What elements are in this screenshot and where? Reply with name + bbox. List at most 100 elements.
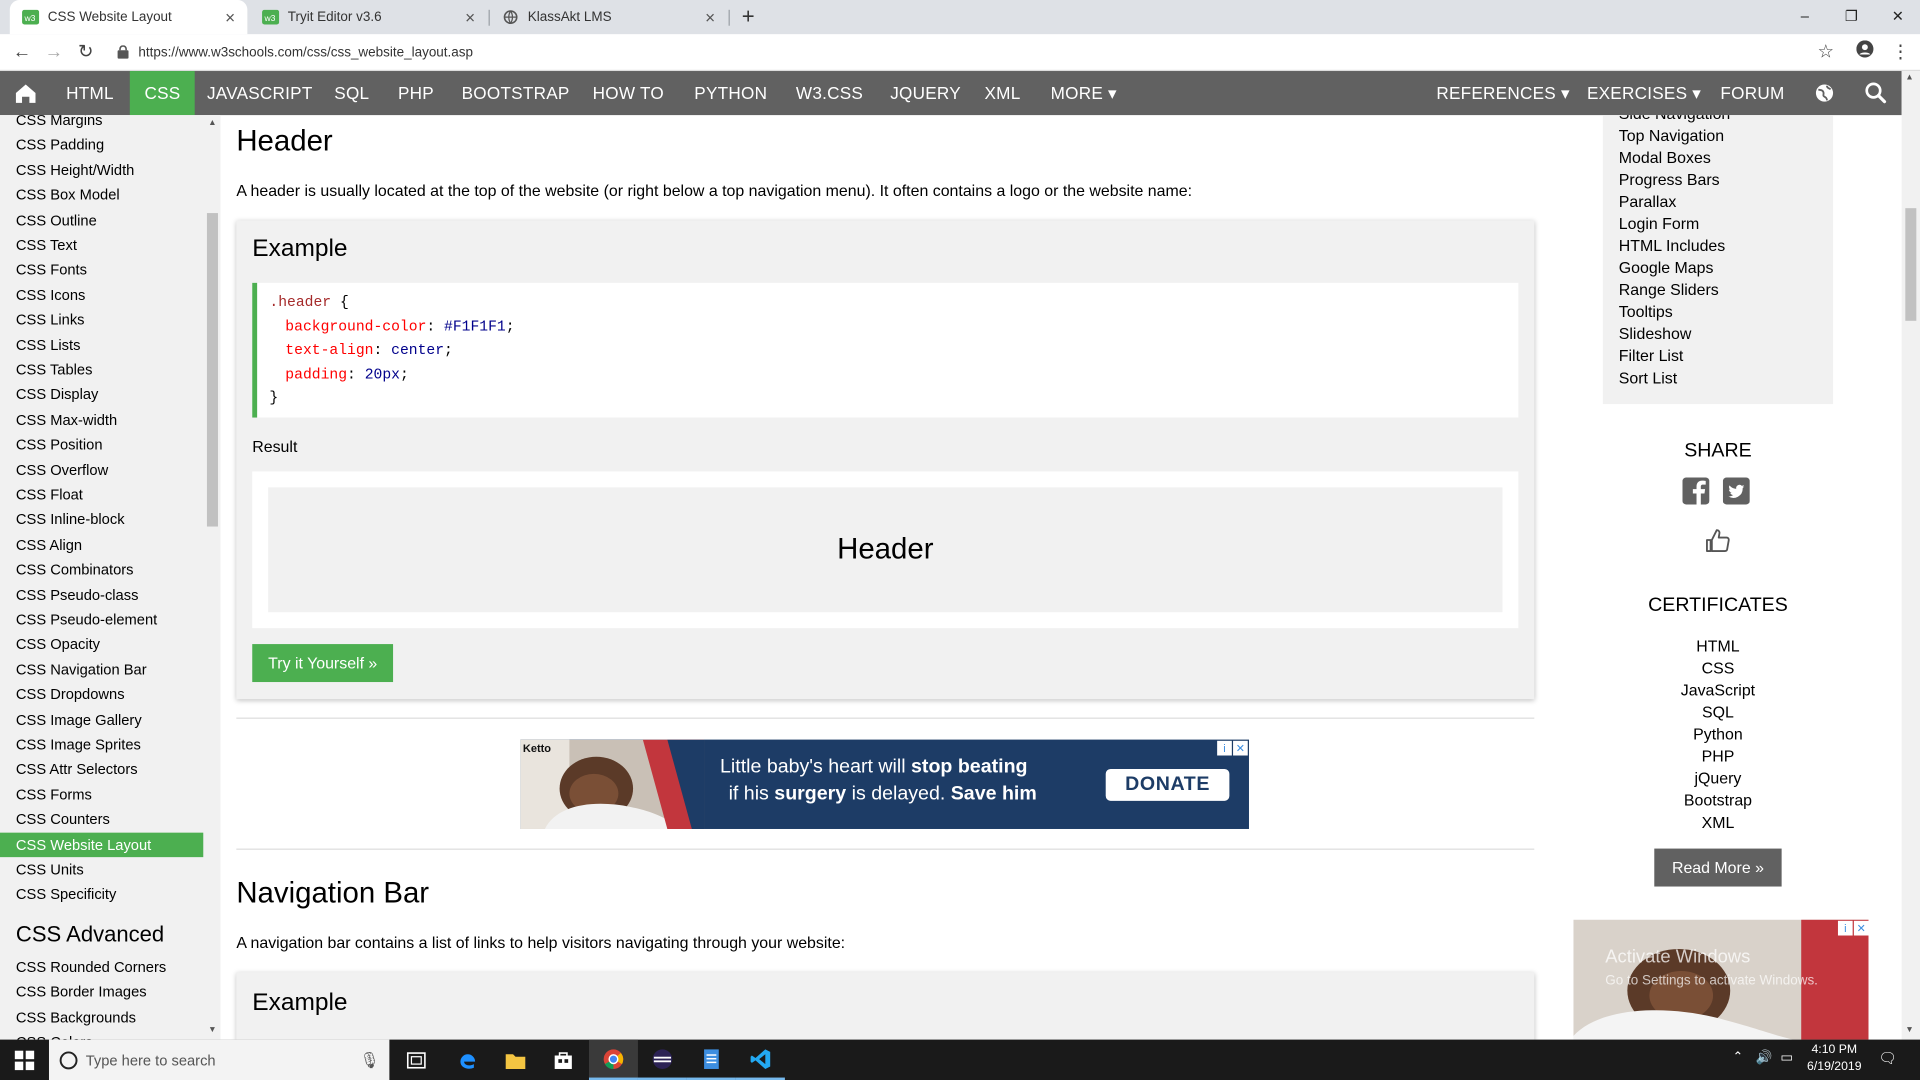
certificate-link[interactable]: Python — [1573, 725, 1862, 743]
sidebar-item[interactable]: CSS Margins — [0, 115, 203, 132]
tab-klassakt-lms[interactable]: KlassAkt LMS × — [490, 0, 728, 34]
nav-jquery[interactable]: JQUERY — [876, 71, 976, 115]
windows-start-icon[interactable] — [0, 1040, 49, 1080]
howto-link[interactable]: Slideshow — [1619, 324, 1692, 342]
certificate-link[interactable]: HTML — [1573, 637, 1862, 655]
adchoices-icon[interactable]: i — [1837, 920, 1853, 936]
nav-css[interactable]: CSS — [129, 71, 196, 116]
reload-icon[interactable]: ↻ — [73, 40, 97, 64]
certificate-link[interactable]: CSS — [1573, 659, 1862, 677]
store-icon[interactable] — [539, 1040, 588, 1080]
sidebar-item[interactable]: CSS Border Images — [0, 980, 203, 1004]
howto-link[interactable]: Login Form — [1619, 214, 1700, 232]
howto-link[interactable]: Range Sliders — [1619, 280, 1719, 298]
nav-javascript[interactable]: JAVASCRIPT — [192, 71, 327, 115]
sidebar-item[interactable]: CSS Forms — [0, 782, 203, 806]
volume-icon[interactable]: 🔊 — [1756, 1049, 1773, 1066]
sidebar-item[interactable]: CSS Image Sprites — [0, 732, 203, 756]
sidebar-item[interactable]: CSS Backgrounds — [0, 1005, 203, 1029]
address-bar[interactable]: https://www.w3schools.com/css/css_websit… — [107, 37, 1845, 68]
sidebar-item[interactable]: CSS Rounded Corners — [0, 955, 203, 979]
sidebar-item[interactable]: CSS Outline — [0, 208, 203, 232]
menu-kebab-icon[interactable]: ⋮ — [1888, 40, 1912, 64]
sidebar-item[interactable]: CSS Float — [0, 482, 203, 506]
sidebar-item[interactable]: CSS Image Gallery — [0, 707, 203, 731]
advertisement-banner[interactable]: Ketto Little baby's heart will stop beat… — [520, 739, 1249, 829]
nav-python[interactable]: PYTHON — [680, 71, 782, 115]
sidebar-item[interactable]: CSS Tables — [0, 358, 203, 382]
sidebar-item[interactable]: CSS Attr Selectors — [0, 757, 203, 781]
howto-link[interactable]: HTML Includes — [1619, 236, 1725, 254]
taskbar-search-box[interactable]: Type here to search 🎙 — [48, 1039, 390, 1080]
sidebar-item[interactable]: CSS Lists — [0, 333, 203, 357]
sidebar-item[interactable]: CSS Position — [0, 432, 203, 456]
vscode-icon[interactable] — [735, 1040, 785, 1080]
scroll-up-arrow-icon[interactable]: ▲ — [208, 119, 216, 128]
certificate-link[interactable]: jQuery — [1573, 769, 1862, 787]
sidebar-item[interactable]: CSS Align — [0, 532, 203, 556]
search-icon[interactable] — [1854, 71, 1898, 115]
howto-link[interactable]: Filter List — [1619, 347, 1684, 365]
facebook-icon[interactable] — [1682, 477, 1710, 505]
sidebar-item[interactable]: CSS Icons — [0, 283, 203, 307]
notepad-icon[interactable] — [686, 1040, 736, 1080]
sidebar-item[interactable]: CSS Links — [0, 308, 203, 332]
howto-link[interactable]: Side Navigation — [1619, 115, 1731, 122]
tab-close-icon[interactable]: × — [465, 7, 475, 27]
minimize-button[interactable]: – — [1780, 0, 1829, 34]
nav-bootstrap[interactable]: BOOTSTRAP — [447, 71, 584, 115]
network-icon[interactable]: ▭ — [1780, 1049, 1793, 1066]
sidebar-item[interactable]: CSS Display — [0, 383, 203, 407]
taskbar-clock[interactable]: 4:10 PM 6/19/2019 — [1798, 1042, 1871, 1076]
ad-donate-button[interactable]: DONATE — [1105, 768, 1230, 801]
try-it-yourself-button[interactable]: Try it Yourself » — [252, 644, 394, 683]
howto-link[interactable]: Google Maps — [1619, 258, 1714, 276]
nav-w3css[interactable]: W3.CSS — [781, 71, 878, 115]
bookmark-star-icon[interactable]: ☆ — [1813, 40, 1837, 64]
back-arrow-icon[interactable]: ← — [10, 40, 34, 64]
nav-exercises[interactable]: EXERCISES ▾ — [1572, 71, 1716, 115]
tab-css-website-layout[interactable]: w3 CSS Website Layout × — [9, 0, 248, 35]
certificate-link[interactable]: SQL — [1573, 703, 1862, 721]
sidebar-scrollbar[interactable]: ▲ ▼ — [204, 115, 221, 1040]
certificate-link[interactable]: XML — [1573, 813, 1862, 831]
adchoices-icon[interactable]: i — [1217, 740, 1232, 756]
edge-browser-icon[interactable] — [443, 1040, 492, 1080]
window-close-button[interactable]: ✕ — [1873, 0, 1920, 34]
sidebar-item[interactable]: CSS Fonts — [0, 258, 203, 282]
twitter-icon[interactable] — [1722, 477, 1750, 505]
eclipse-icon[interactable] — [637, 1040, 687, 1080]
sidebar-item[interactable]: CSS Website Layout — [0, 832, 204, 857]
nav-xml[interactable]: XML — [970, 71, 1035, 115]
sidebar-item[interactable]: CSS Combinators — [0, 557, 203, 581]
nav-more[interactable]: MORE ▾ — [1036, 71, 1132, 115]
notifications-icon[interactable]: 🗨 — [1878, 1049, 1897, 1066]
sidebar-item[interactable]: CSS Max-width — [0, 408, 203, 432]
new-tab-button[interactable]: + — [735, 2, 762, 29]
scroll-down-arrow-icon[interactable]: ▼ — [208, 1026, 216, 1035]
sidebar-item[interactable]: CSS Dropdowns — [0, 682, 203, 706]
tab-close-icon[interactable]: × — [705, 7, 715, 27]
task-view-icon[interactable] — [392, 1040, 441, 1080]
maximize-button[interactable]: ❐ — [1827, 0, 1876, 34]
sidebar-item[interactable]: CSS Inline-block — [0, 507, 203, 531]
sidebar-item[interactable]: CSS Overflow — [0, 457, 203, 481]
thumbs-up-icon[interactable] — [1703, 527, 1732, 556]
sidebar-item[interactable]: CSS Text — [0, 233, 203, 257]
tab-tryit-editor[interactable]: w3 Tryit Editor v3.6 × — [250, 0, 488, 34]
scroll-up-arrow-icon[interactable]: ▲ — [1905, 73, 1913, 82]
howto-link[interactable]: Progress Bars — [1619, 170, 1720, 188]
nav-html[interactable]: HTML — [51, 71, 128, 115]
sidebar-item[interactable]: CSS Height/Width — [0, 158, 203, 182]
sidebar-item[interactable]: CSS Opacity — [0, 632, 203, 656]
ad-close-icon[interactable]: ✕ — [1233, 740, 1248, 756]
nav-sql[interactable]: SQL — [320, 71, 384, 115]
page-scroll-thumb[interactable] — [1905, 208, 1917, 321]
sidebar-item[interactable]: CSS Padding — [0, 133, 203, 157]
sidebar-item[interactable]: CSS Specificity — [0, 882, 203, 906]
tab-close-icon[interactable]: × — [225, 7, 235, 27]
page-scrollbar[interactable]: ▲ ▼ — [1901, 71, 1920, 1040]
sidebar-scroll-thumb[interactable] — [206, 213, 218, 527]
read-more-button[interactable]: Read More » — [1654, 848, 1782, 887]
nav-php[interactable]: PHP — [383, 71, 448, 115]
